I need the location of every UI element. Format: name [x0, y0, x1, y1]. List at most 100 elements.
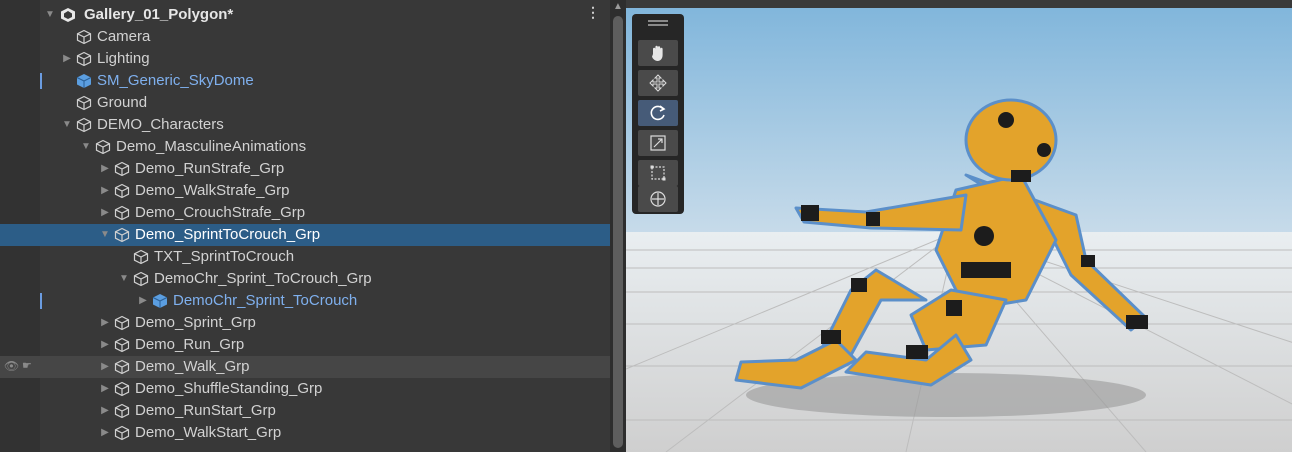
hierarchy-row-label: DemoChr_Sprint_ToCrouch [173, 292, 358, 309]
hierarchy-row-label: SM_Generic_SkyDome [97, 72, 254, 89]
hierarchy-row[interactable]: ▶ Demo_RunStart_Grp [0, 400, 610, 422]
gameobject-icon [114, 315, 130, 331]
rect-tool-button[interactable] [638, 160, 678, 186]
expand-arrow-icon[interactable]: ▶ [99, 422, 111, 444]
hierarchy-row-label: Demo_Sprint_Grp [135, 314, 256, 331]
expand-arrow-icon[interactable]: ▶ [99, 378, 111, 400]
gameobject-icon [76, 29, 92, 45]
scene-view[interactable] [626, 0, 1292, 452]
expand-arrow-icon[interactable]: ▶ [99, 312, 111, 334]
pickable-hand-icon[interactable]: ☛ [22, 359, 32, 372]
gameobject-icon [114, 403, 130, 419]
move-tool-button[interactable] [638, 70, 678, 96]
hierarchy-row[interactable]: TXT_SprintToCrouch [0, 246, 610, 268]
gameobject-icon [76, 51, 92, 67]
hierarchy-row-label: Lighting [97, 50, 150, 67]
hierarchy-row-label: TXT_SprintToCrouch [154, 248, 295, 265]
hierarchy-panel: ▼ Gallery_01_Polygon* Camera ▶ Lighting SM_Ge… [0, 0, 610, 452]
hierarchy-row-label: Demo_WalkStart_Grp [135, 424, 282, 441]
hierarchy-row-label: Demo_CrouchStrafe_Grp [135, 204, 306, 221]
hand-tool-button[interactable] [638, 40, 678, 66]
scroll-up-arrow-icon[interactable]: ▲ [613, 1, 623, 12]
hierarchy-row[interactable]: Ground [0, 92, 610, 114]
gameobject-icon [133, 249, 149, 265]
rotate-tool-button[interactable] [638, 100, 678, 126]
gameobject-icon [76, 117, 92, 133]
expand-arrow-icon[interactable]: ▶ [99, 356, 111, 378]
gameobject-icon [114, 227, 130, 243]
gameobject-icon [95, 139, 111, 155]
expand-arrow-icon[interactable]: ▶ [99, 180, 111, 202]
collapse-arrow-icon[interactable]: ▼ [61, 114, 73, 136]
hierarchy-row[interactable]: ▶ Demo_WalkStart_Grp [0, 422, 610, 444]
hierarchy-row[interactable]: ▼ DEMO_Characters [0, 114, 610, 136]
hierarchy-row[interactable]: ▼ DemoChr_Sprint_ToCrouch_Grp [0, 268, 610, 290]
visibility-eye-icon[interactable]: 👁 [4, 359, 19, 373]
hierarchy-row[interactable]: ▶ Demo_RunStrafe_Grp [0, 158, 610, 180]
gameobject-icon [114, 205, 130, 221]
rotate-icon [650, 105, 666, 121]
gameobject-icon [114, 161, 130, 177]
expand-arrow-icon[interactable]: ▶ [99, 158, 111, 180]
hierarchy-row[interactable]: ▶ Demo_Run_Grp [0, 334, 610, 356]
hierarchy-row-label: Demo_Walk_Grp [135, 358, 250, 375]
drag-handle-icon[interactable] [648, 20, 668, 22]
hierarchy-row[interactable]: ▶ DemoChr_Sprint_ToCrouch [0, 290, 610, 312]
scrollbar-thumb[interactable] [613, 16, 623, 448]
hierarchy-row-label: Demo_RunStart_Grp [135, 402, 276, 419]
collapse-arrow-icon[interactable]: ▼ [80, 136, 92, 158]
expand-arrow-icon[interactable]: ▶ [61, 48, 73, 70]
hierarchy-row-label: Camera [97, 28, 151, 45]
hierarchy-row-label: Demo_RunStrafe_Grp [135, 160, 285, 177]
expand-arrow-icon[interactable]: ▶ [137, 290, 149, 312]
gameobject-icon [76, 95, 92, 111]
hierarchy-row[interactable]: ▶ Demo_Walk_Grp [0, 356, 610, 378]
hierarchy-row-label: Demo_ShuffleStanding_Grp [135, 380, 323, 397]
move-arrows-icon [649, 74, 667, 92]
hierarchy-row-label: Demo_Run_Grp [135, 336, 245, 353]
transform-tool-button[interactable] [638, 186, 678, 212]
hierarchy-row[interactable]: ▼ Demo_MasculineAnimations [0, 136, 610, 158]
gameobject-icon [133, 271, 149, 287]
hierarchy-scrollbar[interactable]: ▲ [610, 0, 626, 452]
hierarchy-row[interactable]: ▶ Lighting [0, 48, 610, 70]
expand-arrow-icon[interactable]: ▶ [99, 202, 111, 224]
gameobject-icon [114, 359, 130, 375]
collapse-arrow-icon[interactable]: ▼ [118, 268, 130, 290]
gameobject-icon [114, 337, 130, 353]
hierarchy-row[interactable]: Camera [0, 26, 610, 48]
hierarchy-row[interactable]: SM_Generic_SkyDome [0, 70, 610, 92]
hierarchy-row[interactable]: ▶ Demo_WalkStrafe_Grp [0, 180, 610, 202]
hierarchy-row[interactable]: ▼ Demo_SprintToCrouch_Grp [0, 224, 610, 246]
hierarchy-row-label: Demo_SprintToCrouch_Grp [135, 226, 321, 243]
gameobject-icon [114, 183, 130, 199]
hierarchy-row-label: Ground [97, 94, 148, 111]
hierarchy-row[interactable]: ▶ Demo_Sprint_Grp [0, 312, 610, 334]
prefab-icon [76, 73, 92, 89]
gameobject-icon [114, 381, 130, 397]
scene-name: Gallery_01_Polygon* [84, 6, 234, 23]
hand-icon [652, 45, 663, 61]
scale-tool-button[interactable] [638, 130, 678, 156]
collapse-arrow-icon[interactable]: ▼ [44, 4, 56, 26]
expand-arrow-icon[interactable]: ▶ [99, 400, 111, 422]
scene-tools-overlay [632, 14, 684, 214]
scene-header-row[interactable]: ▼ Gallery_01_Polygon* [0, 4, 610, 26]
prefab-override-marker [40, 293, 42, 309]
hierarchy-row[interactable]: ▶ Demo_CrouchStrafe_Grp [0, 202, 610, 224]
collapse-arrow-icon[interactable]: ▼ [99, 224, 111, 246]
scale-icon [650, 135, 666, 151]
transform-icon [650, 191, 666, 207]
hierarchy-row-label: Demo_MasculineAnimations [116, 138, 307, 155]
prefab-override-marker [40, 73, 42, 89]
hierarchy-row[interactable]: ▶ Demo_ShuffleStanding_Grp [0, 378, 610, 400]
gameobject-icon [114, 425, 130, 441]
scene-view-top-bar [626, 0, 1292, 8]
expand-arrow-icon[interactable]: ▶ [99, 334, 111, 356]
kebab-menu-icon[interactable]: ⋮ [586, 4, 600, 21]
rect-icon [650, 165, 666, 181]
drag-handle-icon-line [648, 24, 668, 26]
unity-scene-icon [60, 7, 76, 23]
hierarchy-row-label: DemoChr_Sprint_ToCrouch_Grp [154, 270, 372, 287]
scene-viewport [626, 0, 1292, 452]
